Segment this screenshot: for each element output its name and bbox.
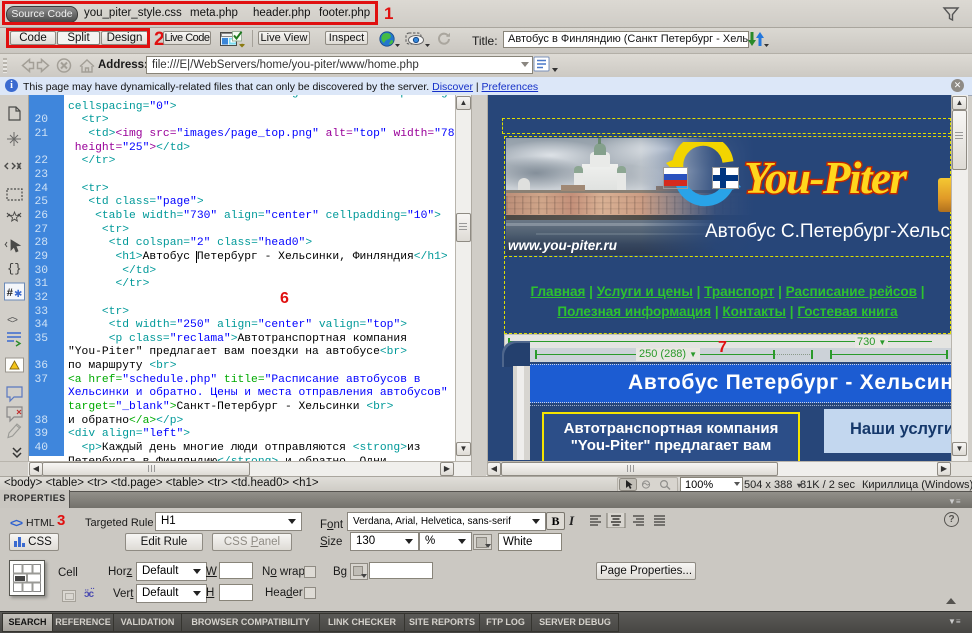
svg-text:<>: <> bbox=[7, 316, 18, 327]
svg-text:✱: ✱ bbox=[14, 289, 22, 300]
svg-text:#: # bbox=[7, 288, 14, 300]
svg-text:You-Piter: You-Piter bbox=[744, 153, 907, 203]
svg-text:{}: {} bbox=[7, 262, 21, 276]
